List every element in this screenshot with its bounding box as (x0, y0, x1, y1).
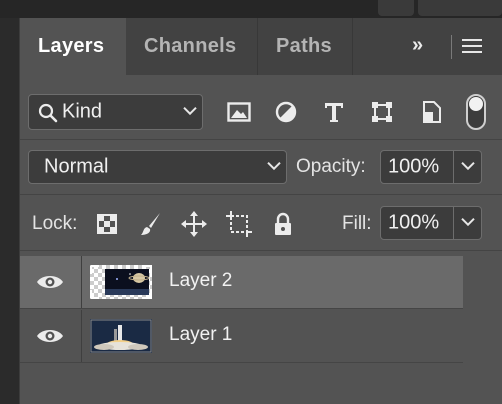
opacity-field[interactable]: 100% (380, 150, 482, 184)
opacity-value[interactable]: 100% (388, 156, 439, 179)
docked-tab-stub[interactable] (418, 0, 502, 16)
field-divider (453, 151, 454, 183)
fill-label: Fill: (342, 213, 372, 234)
visibility-eye-icon[interactable] (36, 273, 64, 296)
lock-label: Lock: (32, 213, 78, 234)
chevron-down-icon (267, 158, 281, 174)
column-divider (81, 310, 82, 362)
row-divider (20, 139, 502, 140)
adjustment-filter-icon[interactable] (274, 100, 298, 124)
fill-field[interactable]: 100% (380, 206, 482, 240)
toggle-knob (469, 97, 483, 111)
row-divider (20, 362, 463, 363)
more-tabs-icon[interactable]: » (412, 34, 423, 57)
panel-tab-bar: Layers Channels Paths » (20, 18, 502, 75)
tab-divider (451, 35, 452, 59)
column-divider (81, 256, 82, 308)
panel-menu-icon[interactable] (462, 39, 482, 57)
layer-row-layer-1[interactable]: Layer 1 (20, 310, 463, 362)
layer-thumbnail-layer-1[interactable] (90, 319, 152, 353)
opacity-chevron-icon[interactable] (461, 158, 475, 174)
smart-object-filter-icon[interactable] (420, 100, 444, 124)
fill-value[interactable]: 100% (388, 212, 439, 235)
docked-tab-stub[interactable] (378, 0, 414, 16)
filter-kind-label: Kind (62, 100, 103, 123)
type-filter-icon[interactable] (322, 100, 346, 124)
fill-chevron-icon[interactable] (461, 214, 475, 230)
lock-transparent-pixels-icon[interactable] (95, 212, 119, 236)
lock-all-icon[interactable] (272, 211, 294, 237)
layer-name[interactable]: Layer 2 (169, 270, 232, 292)
filter-toggle[interactable] (466, 94, 486, 130)
lock-artboard-icon[interactable] (226, 211, 252, 237)
row-divider (20, 194, 502, 195)
layer-row-layer-2[interactable]: Layer 2 (20, 256, 463, 308)
tab-layers[interactable]: Layers (20, 18, 126, 75)
lock-position-icon[interactable] (181, 211, 207, 237)
layer-thumbnail-layer-2[interactable] (90, 265, 152, 299)
blend-mode-select[interactable]: Normal (28, 150, 287, 184)
image-filter-icon[interactable] (226, 100, 252, 124)
field-divider (453, 207, 454, 239)
tab-paths[interactable]: Paths (258, 18, 352, 75)
tab-separator (352, 18, 353, 75)
row-divider (20, 308, 463, 309)
blend-mode-value: Normal (44, 155, 109, 178)
layers-panel: Layers Channels Paths » Kind Normal Opac… (19, 18, 502, 404)
search-icon (38, 103, 58, 123)
layer-name[interactable]: Layer 1 (169, 324, 232, 346)
docked-panels-strip (0, 0, 502, 18)
shape-filter-icon[interactable] (370, 100, 394, 124)
row-divider (20, 250, 502, 251)
lock-image-pixels-icon[interactable] (139, 211, 163, 237)
tab-channels[interactable]: Channels (126, 18, 257, 75)
opacity-label: Opacity: (296, 156, 366, 177)
visibility-eye-icon[interactable] (36, 327, 64, 350)
filter-kind-select[interactable]: Kind (28, 94, 203, 130)
chevron-down-icon (183, 103, 197, 119)
